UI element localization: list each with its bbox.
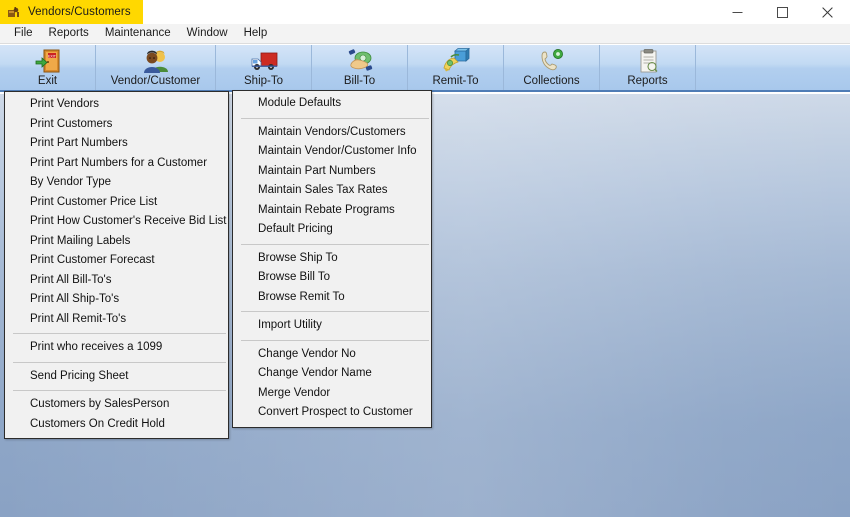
menu-item-customers-by-salesperson[interactable]: Customers by SalesPerson: [5, 395, 228, 415]
window-title: Vendors/Customers: [28, 6, 131, 18]
menu-item-change-vendor-name[interactable]: Change Vendor Name: [233, 364, 431, 384]
toolbar-label-collections: Collections: [523, 75, 580, 87]
toolbar-label-reports: Reports: [627, 75, 668, 87]
toolbar-button-ship-to[interactable]: Ship-To: [216, 45, 312, 90]
menu-item-print-how-customers-receive-bid-list[interactable]: Print How Customer's Receive Bid List: [5, 212, 228, 232]
menu-item-print-all-ship-tos[interactable]: Print All Ship-To's: [5, 290, 228, 310]
clipboard-icon: [633, 48, 663, 74]
menu-item-print-vendors[interactable]: Print Vendors: [5, 95, 228, 115]
menu-separator: [241, 339, 429, 341]
toolbar-label-remit-to: Remit-To: [432, 75, 479, 87]
application-window: Vendors/Customers File Reports Maintenan…: [0, 0, 850, 517]
menu-group: Send Pricing Sheet: [5, 367, 228, 387]
menu-item-customers-on-credit-hold[interactable]: Customers On Credit Hold: [5, 415, 228, 435]
toolbar-button-remit-to[interactable]: Remit-To: [408, 45, 504, 90]
toolbar-label-ship-to: Ship-To: [244, 75, 283, 87]
menu-item-browse-bill-to[interactable]: Browse Bill To: [233, 268, 431, 288]
menu-separator: [241, 311, 429, 312]
menu-item-browse-remit-to[interactable]: Browse Remit To: [233, 288, 431, 308]
menu-separator: [13, 333, 226, 334]
dropdown-menu-reports: Print Vendors Print Customers Print Part…: [4, 91, 229, 439]
menu-separator: [13, 361, 226, 363]
truck-icon: [249, 48, 279, 74]
menu-separator: [241, 117, 429, 119]
menu-item-maintain-sales-tax-rates[interactable]: Maintain Sales Tax Rates: [233, 181, 431, 201]
menu-bar: File Reports Maintenance Window Help: [0, 24, 850, 44]
menu-group: Browse Ship To Browse Bill To Browse Rem…: [233, 249, 431, 308]
menu-item-maintain-rebate-programs[interactable]: Maintain Rebate Programs: [233, 201, 431, 221]
maximize-button[interactable]: [760, 0, 805, 24]
title-bar: Vendors/Customers: [0, 0, 850, 25]
menu-item-default-pricing[interactable]: Default Pricing: [233, 220, 431, 240]
menu-item-print-part-numbers[interactable]: Print Part Numbers: [5, 134, 228, 154]
menu-item-print-mailing-labels[interactable]: Print Mailing Labels: [5, 232, 228, 252]
menu-group: Module Defaults: [233, 94, 431, 114]
window-controls: [715, 0, 850, 24]
menu-item-change-vendor-no[interactable]: Change Vendor No: [233, 345, 431, 365]
menu-group: Maintain Vendors/Customers Maintain Vend…: [233, 123, 431, 240]
window-title-tab[interactable]: Vendors/Customers: [0, 0, 143, 24]
menu-item-print-part-numbers-for-a-customer[interactable]: Print Part Numbers for a Customer: [5, 154, 228, 174]
menu-group: Customers by SalesPerson Customers On Cr…: [5, 395, 228, 434]
menu-item-module-defaults[interactable]: Module Defaults: [233, 94, 431, 114]
menu-group: Import Utility: [233, 316, 431, 336]
menu-separator: [13, 390, 226, 391]
menu-item-import-utility[interactable]: Import Utility: [233, 316, 431, 336]
hand-money-icon: [345, 48, 375, 74]
app-icon: [7, 6, 20, 19]
package-payment-icon: [441, 47, 471, 74]
svg-text:EXIT: EXIT: [48, 54, 57, 58]
people-icon: [141, 48, 171, 74]
toolbar-button-collections[interactable]: Collections: [504, 45, 600, 90]
menu-item-print-customer-price-list[interactable]: Print Customer Price List: [5, 193, 228, 213]
menu-item-print-customers[interactable]: Print Customers: [5, 115, 228, 135]
menu-item-convert-prospect-to-customer[interactable]: Convert Prospect to Customer: [233, 403, 431, 423]
menubar-item-file[interactable]: File: [6, 25, 41, 42]
menubar-item-reports[interactable]: Reports: [41, 25, 97, 42]
toolbar-button-reports[interactable]: Reports: [600, 45, 696, 90]
toolbar-empty-space: [696, 45, 850, 90]
toolbar-label-bill-to: Bill-To: [343, 75, 376, 87]
menu-item-maintain-vendors-customers[interactable]: Maintain Vendors/Customers: [233, 123, 431, 143]
menu-item-print-who-receives-a-1099[interactable]: Print who receives a 1099: [5, 338, 228, 358]
menu-item-by-vendor-type[interactable]: By Vendor Type: [5, 173, 228, 193]
toolbar-button-exit[interactable]: EXIT Exit: [0, 45, 96, 90]
menu-item-merge-vendor[interactable]: Merge Vendor: [233, 384, 431, 404]
menubar-item-maintenance[interactable]: Maintenance: [97, 25, 179, 42]
menu-item-print-all-remit-tos[interactable]: Print All Remit-To's: [5, 310, 228, 330]
menu-group: Print who receives a 1099: [5, 338, 228, 358]
menu-group: Change Vendor No Change Vendor Name Merg…: [233, 345, 431, 423]
toolbar-label-vendor-customer: Vendor/Customer: [110, 75, 201, 87]
toolbar-label-exit: Exit: [37, 75, 58, 87]
minimize-button[interactable]: [715, 0, 760, 24]
menu-item-maintain-part-numbers[interactable]: Maintain Part Numbers: [233, 162, 431, 182]
menu-item-print-customer-forecast[interactable]: Print Customer Forecast: [5, 251, 228, 271]
menu-group: Print Vendors Print Customers Print Part…: [5, 95, 228, 329]
phone-icon: [537, 48, 567, 74]
exit-door-icon: EXIT: [33, 48, 63, 74]
menubar-item-window[interactable]: Window: [179, 25, 236, 42]
close-button[interactable]: [805, 0, 850, 24]
toolbar-button-vendor-customer[interactable]: Vendor/Customer: [96, 45, 216, 90]
toolbar: EXIT Exit Vendor/Customer Ship-To Bill-T…: [0, 45, 850, 92]
menu-item-browse-ship-to[interactable]: Browse Ship To: [233, 249, 431, 269]
menu-separator: [241, 243, 429, 245]
menubar-item-help[interactable]: Help: [236, 25, 276, 42]
menu-item-send-pricing-sheet[interactable]: Send Pricing Sheet: [5, 367, 228, 387]
menu-item-maintain-vendor-customer-info[interactable]: Maintain Vendor/Customer Info: [233, 142, 431, 162]
menu-item-print-all-bill-tos[interactable]: Print All Bill-To's: [5, 271, 228, 291]
toolbar-button-bill-to[interactable]: Bill-To: [312, 45, 408, 90]
dropdown-menu-maintenance: Module Defaults Maintain Vendors/Custome…: [232, 90, 432, 428]
